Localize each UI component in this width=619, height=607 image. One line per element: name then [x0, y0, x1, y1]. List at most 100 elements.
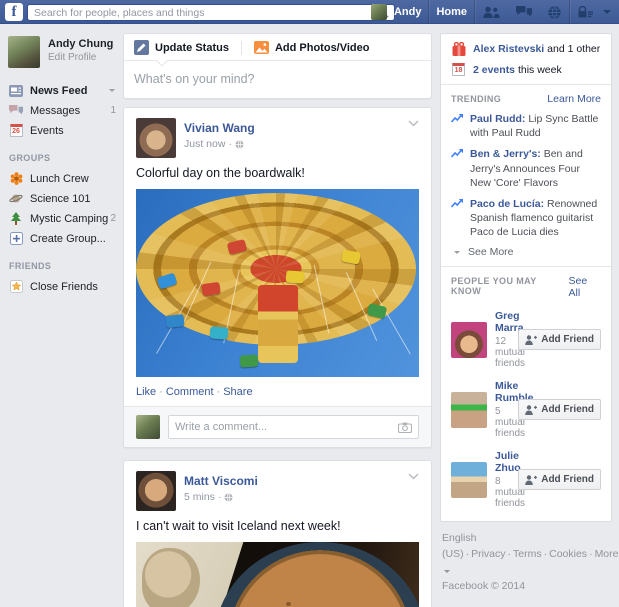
search-bar[interactable]: [27, 4, 395, 21]
post-author-avatar[interactable]: [136, 471, 176, 511]
pymk-name-link[interactable]: Mike Rumble: [495, 380, 534, 404]
edit-profile-link[interactable]: Edit Profile: [48, 52, 113, 63]
pymk-see-all-link[interactable]: See All: [569, 275, 601, 299]
footer-copyright: Facebook © 2014: [442, 579, 526, 592]
status-input[interactable]: [134, 72, 421, 86]
add-photos-video-tab[interactable]: Add Photos/Video: [253, 41, 370, 54]
add-friend-button[interactable]: Add Friend: [518, 329, 601, 351]
sidebar-item-messages[interactable]: Messages 1: [8, 102, 118, 119]
post-photo-soup[interactable]: [136, 542, 419, 607]
events-row[interactable]: 18 2 events this week: [451, 63, 601, 76]
trending-item[interactable]: Ben & Jerry's: Ben and Jerry's Announces…: [451, 147, 601, 190]
group-flower-icon: [8, 172, 24, 185]
post-author-avatar[interactable]: [136, 118, 176, 158]
footer-link-privacy[interactable]: Privacy: [471, 548, 505, 560]
messages-icon[interactable]: [508, 0, 540, 24]
trending-header: TRENDING: [451, 94, 502, 104]
composer-tab-divider: [240, 40, 242, 55]
sidebar-item-label: Messages: [30, 104, 81, 117]
navbar-home-link[interactable]: Home: [429, 0, 474, 24]
add-friend-button[interactable]: Add Friend: [518, 469, 601, 491]
friend-requests-icon[interactable]: [475, 0, 508, 24]
comment-link[interactable]: Comment: [166, 386, 214, 398]
sidebar-item-science-101[interactable]: Science 101: [8, 190, 118, 207]
post-author-name[interactable]: Matt Viscomi: [184, 474, 258, 488]
trending-topic-link[interactable]: Ben & Jerry's:: [470, 148, 541, 160]
facebook-page: f Andy Home: [0, 0, 619, 607]
profile-name[interactable]: Andy Chung: [48, 38, 113, 50]
sidebar-item-create-group[interactable]: Create Group...: [8, 230, 118, 247]
sidebar-item-lunch-crew[interactable]: Lunch Crew: [8, 170, 118, 187]
pymk-name-link[interactable]: Greg Marra: [495, 310, 524, 334]
trending-arrow-icon: [451, 112, 465, 140]
footer-more-caret-icon[interactable]: [444, 569, 450, 573]
account-menu-caret-icon[interactable]: [603, 10, 611, 14]
post-options-chevron-icon[interactable]: [408, 473, 419, 480]
birthday-person-link[interactable]: Alex Ristevski: [473, 43, 544, 55]
profile-block[interactable]: Andy Chung Edit Profile: [8, 36, 118, 68]
post-photo-carousel[interactable]: [136, 189, 419, 377]
post-text: I can't wait to visit Iceland next week!: [136, 519, 341, 533]
notifications-globe-icon[interactable]: [540, 0, 569, 24]
post-timestamp[interactable]: Just now: [184, 138, 225, 150]
privacy-globe-icon: [224, 492, 233, 502]
profile-avatar[interactable]: [8, 36, 40, 68]
privacy-globe-icon: [235, 139, 244, 149]
pymk-mutual-friends: 12 mutual friends: [495, 336, 526, 370]
left-sidebar: Andy Chung Edit Profile News Feed Messag…: [8, 36, 118, 298]
trending-topic-link[interactable]: Paco de Lucía:: [470, 198, 544, 210]
sidebar-item-label: Events: [30, 124, 64, 137]
update-status-tab[interactable]: Update Status: [134, 40, 229, 55]
search-input[interactable]: [28, 6, 378, 19]
footer-link-terms[interactable]: Terms: [513, 548, 542, 560]
sidebar-item-events[interactable]: 26 Events: [8, 122, 118, 139]
events-link[interactable]: 2 events: [473, 64, 515, 76]
comment-input[interactable]: [169, 421, 398, 433]
post-options-chevron-icon[interactable]: [408, 120, 419, 127]
pymk-avatar[interactable]: [451, 321, 487, 358]
meta-dot: ·: [217, 491, 222, 503]
see-more-caret-icon: [454, 250, 460, 254]
trending-item[interactable]: Paul Rudd: Lip Sync Battle with Paul Rud…: [451, 112, 601, 140]
facebook-logo[interactable]: f: [5, 3, 23, 21]
pencil-icon: [134, 40, 149, 55]
group-count-badge: 2: [110, 213, 116, 224]
commenter-avatar[interactable]: [136, 415, 160, 439]
like-link[interactable]: Like: [136, 386, 156, 398]
add-friend-button[interactable]: Add Friend: [518, 399, 601, 421]
navbar-profile-avatar[interactable]: [370, 4, 387, 20]
sidebar-item-label: Create Group...: [30, 232, 106, 245]
footer-separator: ·: [589, 548, 593, 561]
privacy-shortcuts-lock-icon[interactable]: [570, 0, 601, 24]
messages-sidebar-icon: [8, 105, 24, 116]
carousel-hub: [258, 285, 298, 363]
footer-link-cookies[interactable]: Cookies: [549, 548, 587, 560]
sidebar-item-close-friends[interactable]: Close Friends: [8, 278, 118, 295]
pymk-name-link[interactable]: Julie Zhuo: [495, 450, 521, 474]
sidebar-item-mystic-camping[interactable]: Mystic Camping 2: [8, 210, 118, 227]
navbar-profile-link[interactable]: Andy: [387, 0, 429, 24]
photos-icon: [253, 41, 269, 54]
meta-dot: ·: [228, 138, 232, 150]
post-author-name[interactable]: Vivian Wang: [184, 121, 255, 135]
trending-see-more[interactable]: See More: [451, 246, 601, 258]
birthdays-row[interactable]: Alex Ristevski and 1 other: [451, 42, 601, 56]
footer-separator: ·: [507, 548, 512, 561]
share-link[interactable]: Share: [223, 386, 252, 398]
soup-bread: [142, 548, 200, 607]
trending-learn-more-link[interactable]: Learn More: [547, 93, 601, 105]
pymk-row: Mike Rumble 5 mutual friends Add Friend: [451, 380, 601, 439]
footer-link-more[interactable]: More: [595, 548, 619, 560]
group-tree-icon: [8, 212, 24, 225]
pymk-avatar[interactable]: [451, 391, 487, 428]
trending-topic-link[interactable]: Paul Rudd:: [470, 113, 525, 125]
post-timestamp[interactable]: 5 mins: [184, 491, 215, 503]
pymk-avatar[interactable]: [451, 461, 487, 498]
sidebar-item-news-feed[interactable]: News Feed: [8, 82, 118, 99]
trending-section: TRENDING Learn More Paul Rudd: Lip Sync …: [441, 84, 611, 266]
camera-icon[interactable]: [398, 422, 412, 433]
news-feed-options-caret-icon[interactable]: [109, 89, 115, 92]
trending-item[interactable]: Paco de Lucía: Renowned Spanish flamenco…: [451, 197, 601, 240]
pymk-mutual-friends: 8 mutual friends: [495, 476, 526, 510]
birthday-suffix: and 1 other: [544, 43, 601, 55]
